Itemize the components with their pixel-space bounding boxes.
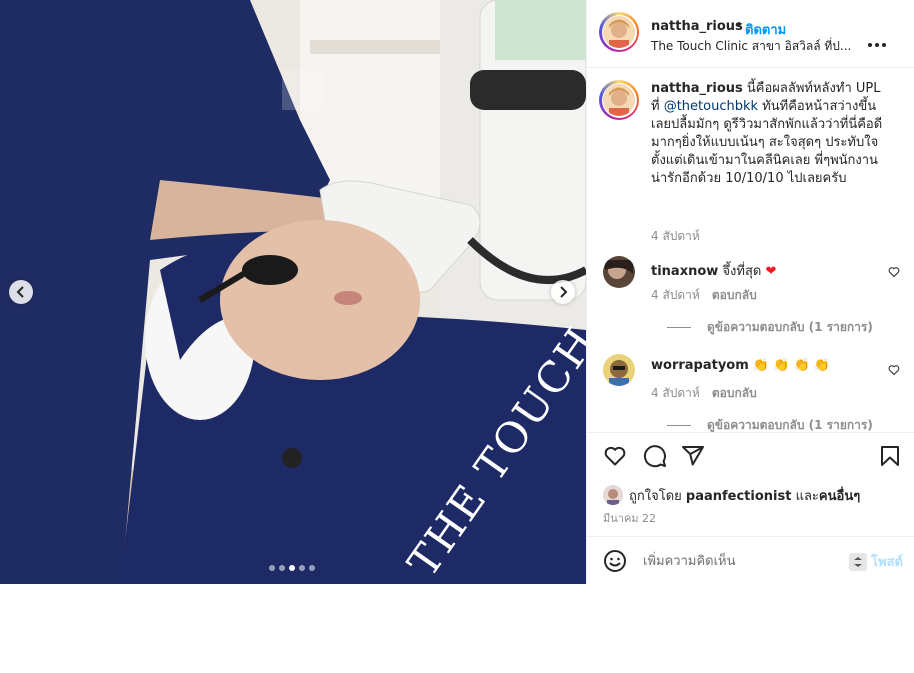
likes-text: ถูกใจโดย paanfectionist และคนอื่นๆ [629,485,860,506]
chevron-left-icon [16,286,24,298]
replies-line [667,327,691,328]
comment-text: worrapatyom 👏 👏 👏 👏 [651,358,830,373]
author-avatar-image [603,16,635,48]
input-method-chip [849,552,868,571]
comment-timestamp[interactable]: 4 สัปดาห์ [651,386,700,400]
carousel-dot [299,565,305,571]
more-options-icon[interactable] [866,38,888,52]
red-heart-icon: ❤ [765,264,777,279]
comment-like-icon[interactable] [888,266,900,278]
post-photo: THE TOUCH [0,0,586,584]
location-link[interactable]: The Touch Clinic สาขา อิสวิลล์ ที่ป... [651,37,851,56]
carousel-dot [309,565,315,571]
liker-avatar[interactable] [603,485,623,505]
commenter-avatar-image [603,354,635,386]
commenter-avatar-image [603,256,635,288]
carousel-dot-active [289,565,295,571]
header-separator: • [735,18,743,33]
comment-input[interactable] [643,550,839,572]
comments-section[interactable]: nattha_rious นี้คือผลลัพท์หลังทำ UPL ที่… [587,68,914,432]
commenter-avatar[interactable] [603,354,635,386]
heart-outline-icon[interactable] [603,444,627,468]
commenter-avatar[interactable] [603,256,635,288]
chevron-right-icon [560,286,568,298]
comment-timestamp[interactable]: 4 สัปดาห์ [651,288,700,302]
replies-line [667,425,691,426]
comment-username[interactable]: worrapatyom [651,358,749,373]
caption-text: nattha_rious นี้คือผลลัพท์หลังทำ UPL ที่… [651,80,889,188]
reply-button[interactable]: ตอบกลับ [712,288,757,302]
comment-item: worrapatyom 👏 👏 👏 👏 4 สัปดาห์ ตอบกลับ ดูข… [599,352,904,432]
emoji-smile-icon[interactable] [603,549,627,573]
view-replies-label: ดูข้อความตอบกลับ (1 รายการ) [707,320,873,334]
comment-meta: 4 สัปดาห์ ตอบกลับ [651,286,757,305]
post-comment-label: โพสต์ [871,555,903,570]
view-replies-label: ดูข้อความตอบกลับ (1 รายการ) [707,418,873,432]
caption-timestamp[interactable]: 4 สัปดาห์ [651,227,700,246]
post-comment-button[interactable]: โพสต์ [849,551,903,572]
comment-username[interactable]: tinaxnow [651,264,718,279]
post-details-panel: nattha_rious • ติดตาม The Touch Clinic ส… [586,0,914,584]
comment-like-icon[interactable] [888,364,900,376]
reply-button[interactable]: ตอบกลับ [712,386,757,400]
likes-middle: และ [791,488,819,504]
action-bar [587,433,914,479]
view-replies-link[interactable]: ดูข้อความตอบกลับ (1 รายการ) [667,416,873,432]
next-image-button[interactable] [551,280,575,304]
likes-summary: ถูกใจโดย paanfectionist และคนอื่นๆ [603,485,860,505]
add-comment-bar: โพสต์ [587,537,914,584]
bookmark-icon[interactable] [878,444,902,468]
post-date[interactable]: มีนาคม 22 [603,509,656,527]
carousel-indicator [269,565,315,571]
post-image[interactable]: THE TOUCH [0,0,586,584]
comment-item: tinaxnow จึ้งที่สุด ❤ 4 สัปดาห์ ตอบกลับ ด… [599,254,904,344]
comment-body: จึ้งที่สุด [718,264,766,279]
comment-meta: 4 สัปดาห์ ตอบกลับ [651,384,757,403]
chevron-updown-icon [854,556,863,567]
carousel-dot [279,565,285,571]
likes-prefix: ถูกใจโดย [629,488,686,504]
view-replies-link[interactable]: ดูข้อความตอบกลับ (1 รายการ) [667,318,873,337]
clapping-hands-icon: 👏 👏 👏 👏 [752,358,831,373]
liker-username[interactable]: paanfectionist [686,489,792,504]
likes-others-link[interactable]: คนอื่นๆ [819,489,860,504]
comment-text: tinaxnow จึ้งที่สุด ❤ [651,260,776,281]
author-avatar[interactable] [599,12,639,52]
author-username[interactable]: nattha_rious [651,19,743,34]
paper-plane-icon[interactable] [681,444,705,468]
caption-mention-link[interactable]: @thetouchbkk [664,99,758,114]
comment-bubble-icon[interactable] [643,444,667,468]
post-header: nattha_rious • ติดตาม The Touch Clinic ส… [599,12,904,54]
carousel-dot [269,565,275,571]
caption-username[interactable]: nattha_rious [651,81,743,96]
caption-author-avatar[interactable] [599,80,639,120]
liker-avatar-image [603,485,623,505]
caption-avatar-image [603,84,635,116]
previous-image-button[interactable] [9,280,33,304]
